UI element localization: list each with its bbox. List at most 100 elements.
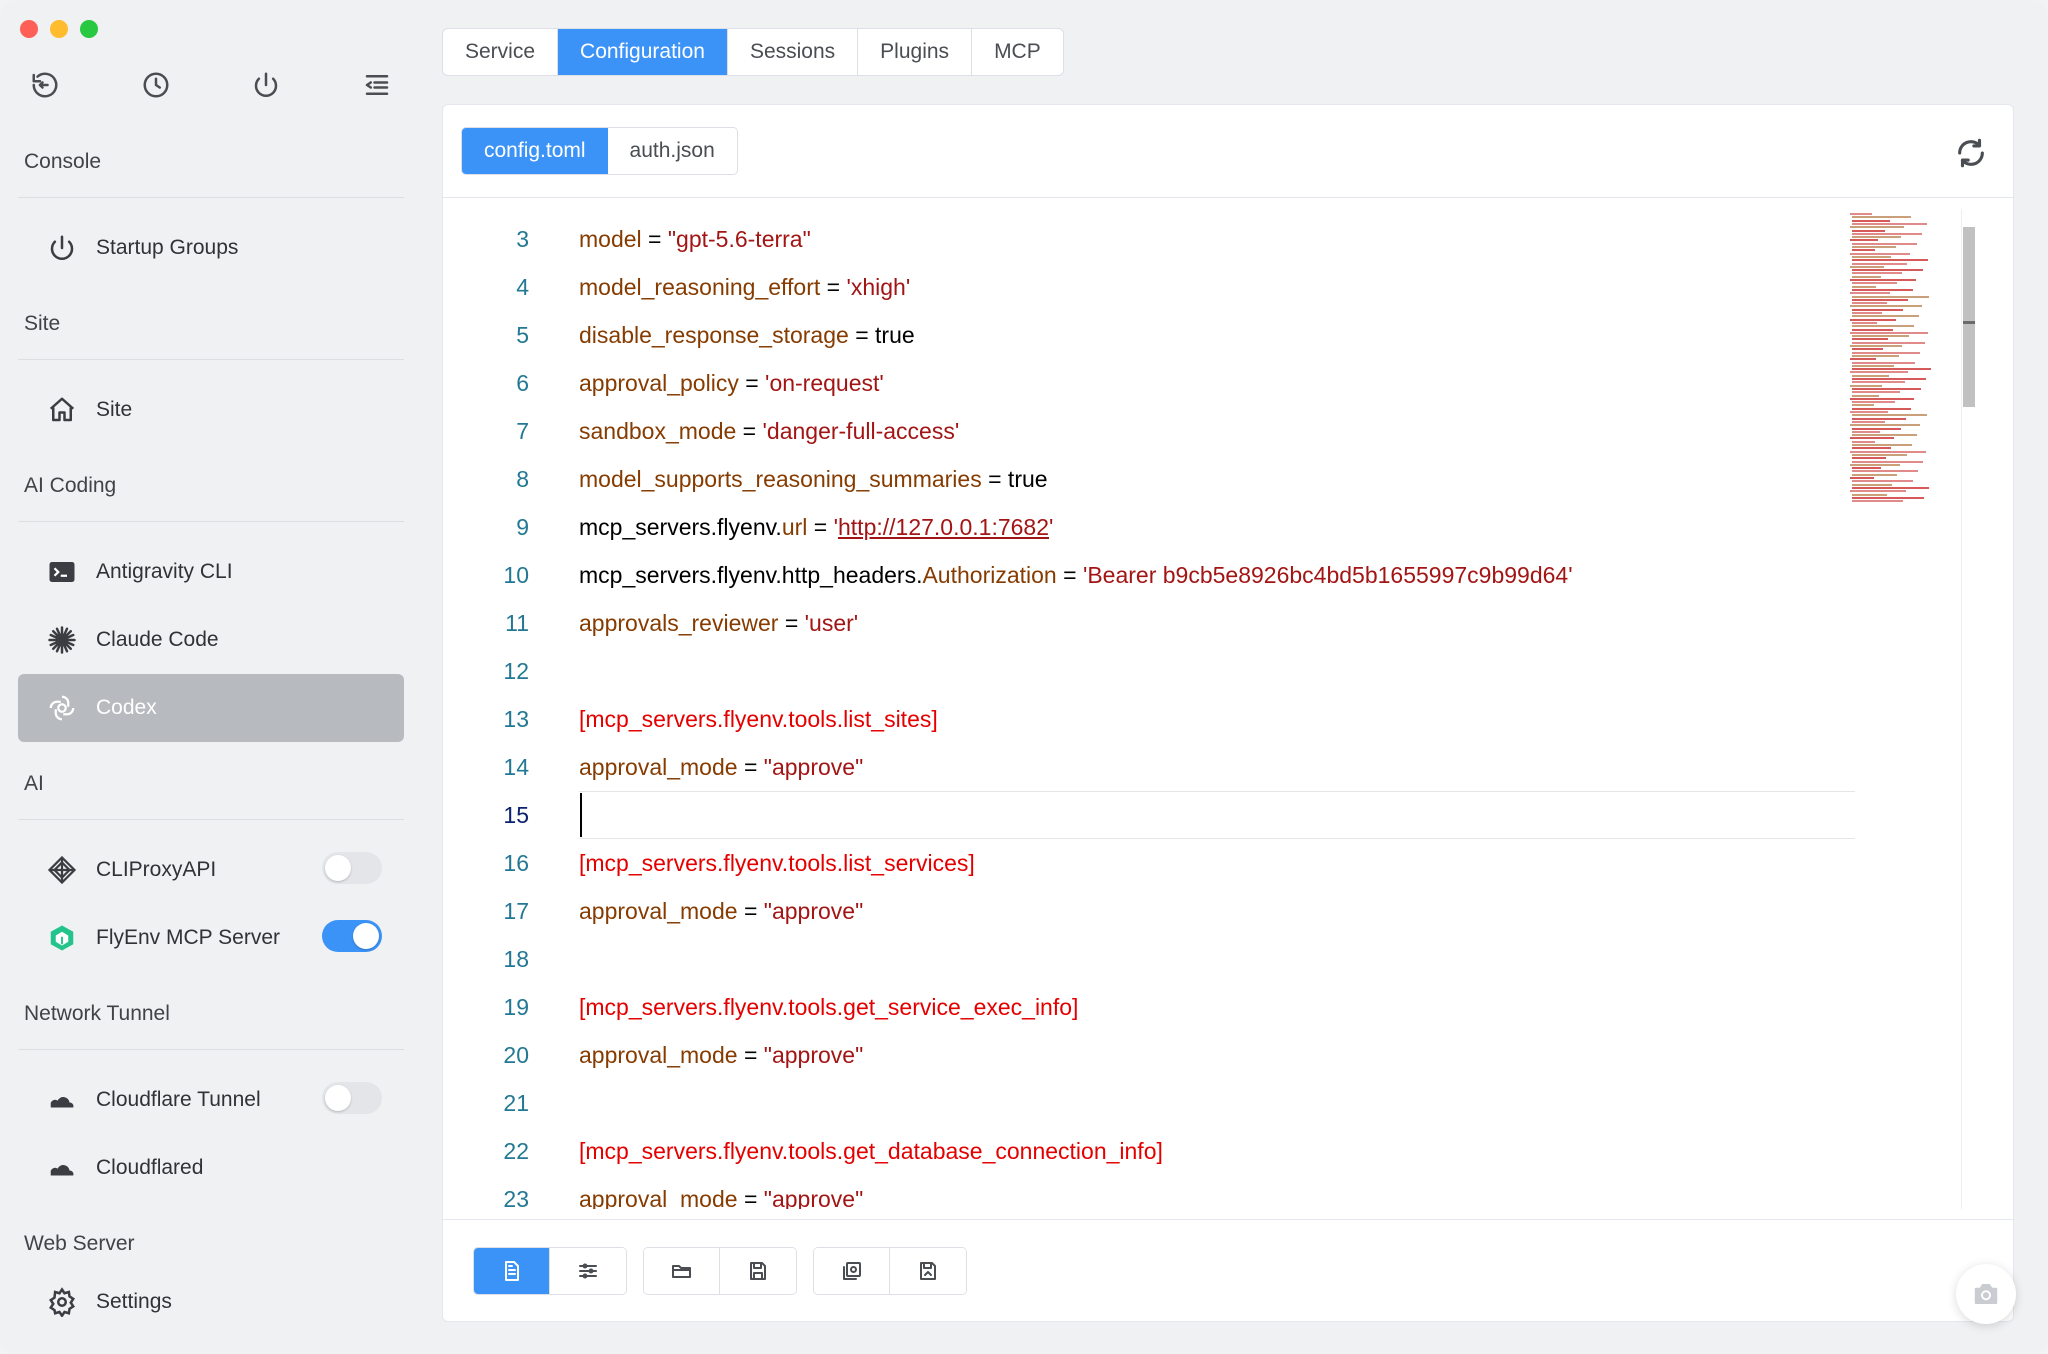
minimap-line [1852, 295, 1929, 298]
line-text: sandbox_mode = 'danger-full-access' [579, 418, 959, 445]
top-tab-bar: Service Configuration Sessions Plugins MCP [442, 28, 1064, 76]
code-line: 19 [mcp_servers.flyenv.tools.get_service_… [455, 983, 1855, 1031]
file-tab-config-toml[interactable]: config.toml [462, 128, 608, 174]
save-button[interactable] [720, 1248, 796, 1294]
toolbar-button-group [473, 1247, 627, 1295]
minimap-line [1852, 401, 1895, 404]
minimap-line [1852, 430, 1880, 433]
minimap-line [1850, 411, 1888, 413]
minimap-line [1850, 490, 1906, 493]
file-text-button[interactable] [474, 1248, 550, 1294]
code-token: ' [1049, 513, 1054, 540]
sidebar-item-antigravity-cli[interactable]: Antigravity CLI [18, 538, 404, 606]
minimap-line [1852, 222, 1927, 225]
sliders-button[interactable] [550, 1248, 626, 1294]
editor-scrollbar[interactable] [1963, 227, 1975, 407]
tab-mcp[interactable]: MCP [972, 29, 1063, 75]
minimap-line [1852, 378, 1926, 380]
file-tab-auth-json[interactable]: auth.json [607, 128, 737, 174]
code-token: approvals_reviewer [579, 609, 779, 636]
line-text: [mcp_servers.flyenv.tools.get_database_c… [579, 1138, 1163, 1165]
minimap-line [1852, 288, 1913, 291]
minimap-line [1852, 453, 1907, 456]
code-token: 'Bearer b9cb5e8926bc4bd5b1655997c9b99d64… [1082, 561, 1573, 588]
line-number: 5 [516, 321, 529, 348]
code-token: "approve" [763, 753, 864, 780]
cloud-icon [44, 1082, 80, 1118]
sidebar-item-cliproxyapi[interactable]: CLIProxyAPI [18, 836, 404, 904]
menu-collapse-icon[interactable] [358, 66, 396, 104]
line-number: 12 [503, 657, 529, 684]
code-token: = [807, 513, 834, 540]
toggle-switch[interactable] [322, 920, 382, 952]
section-title: AI [24, 772, 44, 795]
restore-button[interactable] [814, 1248, 890, 1294]
toggle-switch[interactable] [322, 1082, 382, 1114]
save-as-button[interactable] [890, 1248, 966, 1294]
minimap-line [1850, 265, 1884, 268]
minimap-line [1852, 460, 1923, 463]
minimap-line [1852, 417, 1906, 420]
sidebar-item-label: Startup Groups [96, 236, 239, 259]
sidebar-item-settings[interactable]: Settings [18, 1278, 404, 1326]
folder-open-button[interactable] [644, 1248, 720, 1294]
file-text-icon [500, 1259, 524, 1283]
sidebar-item-site[interactable]: Site [18, 376, 404, 444]
minimap-line [1852, 404, 1874, 407]
back-icon[interactable] [26, 66, 64, 104]
sidebar-item-claude-code[interactable]: Claude Code [18, 606, 404, 674]
minimap-line [1852, 374, 1889, 377]
minimap-line [1852, 249, 1875, 252]
minimap-line [1850, 450, 1926, 453]
divider [443, 197, 2013, 198]
tab-configuration[interactable]: Configuration [558, 29, 728, 75]
minimap-line [1852, 275, 1881, 278]
tab-sessions[interactable]: Sessions [728, 29, 859, 75]
code-line: 9 mcp_servers.flyenv.url = 'http://127.0.… [455, 503, 1855, 551]
minimap-line [1852, 341, 1925, 344]
section-title: AI Coding [24, 474, 117, 497]
minimap-line [1852, 351, 1920, 354]
toggle-switch[interactable] [322, 852, 382, 884]
section-divider [18, 1049, 404, 1050]
tab-service[interactable]: Service [443, 29, 559, 75]
history-icon[interactable] [137, 66, 175, 104]
line-text: approval_policy = 'on-request' [579, 370, 884, 397]
sidebar-item-cloudflared[interactable]: Cloudflared [18, 1134, 404, 1202]
sidebar-item-cloudflare-tunnel[interactable]: Cloudflare Tunnel [18, 1066, 404, 1134]
minimap-line [1852, 242, 1917, 245]
code-editor[interactable]: 3 model = "gpt-5.6-terra" 4 model_reasoning… [455, 209, 1975, 1209]
minimap-line [1852, 434, 1917, 437]
minimap-line [1852, 420, 1885, 423]
scrollbar-track [1961, 209, 1962, 1209]
line-number: 13 [503, 705, 529, 732]
minimap-line [1850, 424, 1920, 427]
minimap-line [1850, 437, 1894, 440]
minimap-line [1852, 427, 1901, 430]
section-divider [18, 197, 404, 198]
tab-plugins[interactable]: Plugins [858, 29, 973, 75]
sidebar-item-flyenv-mcp-server[interactable]: FlyEnv MCP Server [18, 904, 404, 972]
code-token: "approve" [763, 1041, 864, 1068]
section-title: Web Server [24, 1232, 135, 1255]
sliders-icon [576, 1259, 600, 1283]
sidebar-item-startup-groups[interactable]: Startup Groups [18, 214, 404, 282]
code-token: http://127.0.0.1:7682 [838, 513, 1050, 540]
editor-minimap[interactable] [1850, 209, 1960, 569]
minimap-line [1852, 236, 1901, 239]
refresh-button[interactable] [1951, 133, 1991, 173]
minimap-line [1852, 315, 1919, 318]
sidebar-toolbar [26, 66, 396, 104]
line-text: approval_mode = "approve" [579, 1042, 863, 1069]
section-title: Site [24, 312, 61, 335]
power-icon[interactable] [247, 66, 285, 104]
code-token: = true [981, 465, 1048, 492]
sidebar-item-codex[interactable]: Codex [18, 674, 404, 742]
code-token: "gpt-5.6-terra" [667, 225, 811, 252]
sidebar: Console Startup Groups Site Site AI Coding An… [0, 0, 420, 1354]
screenshot-button[interactable] [1956, 1264, 2016, 1324]
line-text: model = "gpt-5.6-terra" [579, 226, 811, 253]
diamond-icon [44, 852, 80, 888]
minimap-line [1852, 440, 1875, 443]
minimap-line [1852, 348, 1883, 351]
